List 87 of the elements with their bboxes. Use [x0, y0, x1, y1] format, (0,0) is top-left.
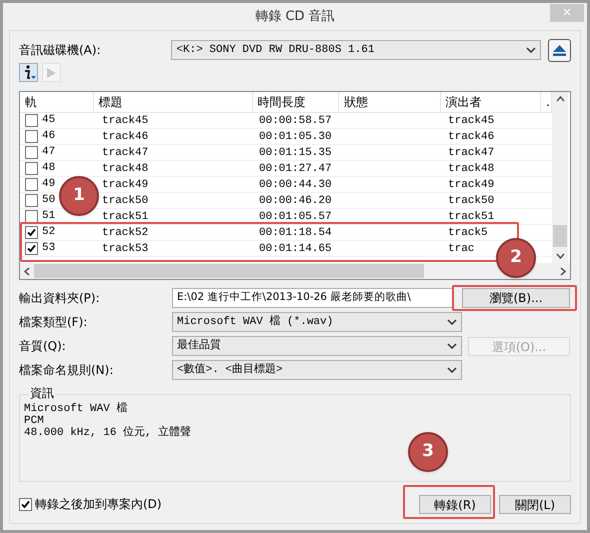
checkbox[interactable]: [25, 178, 38, 191]
checkbox[interactable]: [25, 114, 38, 127]
table-cell-text: track49: [101, 178, 150, 192]
table-cell-text: track47: [101, 146, 150, 160]
scroll-thumb[interactable]: [34, 264, 424, 278]
eject-button[interactable]: [548, 38, 571, 62]
table-cell: track5: [448, 227, 488, 239]
info-text: 48.000 kHz, 16 位元, 立體聲: [24, 427, 192, 439]
table-cell-text: 00:01:05.57: [258, 210, 333, 224]
table-cell-text: 00:01:18.54: [258, 226, 333, 240]
dropdown[interactable]: <K:> SONY DVD RW DRU-880S 1.61: [171, 40, 542, 60]
field-label: 檔案類型(F):: [19, 314, 88, 331]
dropdown[interactable]: <數值>. <曲目標題>: [172, 360, 462, 380]
window-title: 轉錄 CD 音訊: [255, 8, 335, 26]
table-cell: trac: [448, 243, 474, 255]
table-cell-text: track48: [101, 162, 150, 176]
table-cell: track51: [448, 211, 494, 223]
table-cell: track49: [448, 179, 494, 191]
convert-button[interactable]: 轉錄(R): [419, 494, 491, 514]
table-cell: track50: [448, 195, 494, 207]
table-cell-text: 49: [42, 177, 56, 192]
column-header[interactable]: 標題: [94, 92, 253, 112]
checkbox[interactable]: [25, 130, 38, 143]
dropdown-caret-icon: [447, 367, 457, 373]
table-cell: track46: [448, 131, 494, 143]
table-cell-text: 51: [42, 209, 56, 224]
field-label: 音質(Q):: [19, 338, 67, 355]
checkbox[interactable]: [25, 194, 38, 207]
browse-button[interactable]: 瀏覽(B)...: [462, 288, 570, 308]
checkbox[interactable]: [19, 498, 32, 510]
scroll-right-icon: [560, 266, 566, 276]
checkbox-label[interactable]: 轉錄之後加到專案內(D): [35, 495, 162, 513]
table-cell: track45: [448, 115, 494, 127]
table-cell-text: track50: [101, 194, 150, 208]
scroll-left-icon: [24, 266, 30, 276]
field-label: 音訊磁碟機(A):: [19, 42, 102, 59]
group-title: 資訊: [28, 387, 56, 399]
field-label: 輸出資料夾(P):: [19, 290, 101, 307]
table-cell-text: 46: [42, 129, 56, 144]
checkbox[interactable]: [25, 210, 38, 223]
info-text: PCM: [24, 415, 44, 427]
column-header[interactable]: 狀態: [339, 92, 441, 112]
scroll-up-icon: [556, 96, 564, 102]
table-cell-text: 45: [42, 113, 56, 128]
checkmark-icon: [21, 500, 30, 508]
folder-field[interactable]: E:\02 進行中工作\2013-10-26 嚴老師要的歌曲\: [172, 288, 454, 308]
table-cell-text: 53: [42, 241, 56, 256]
table-cell-text: 52: [42, 225, 56, 240]
play-icon: [47, 68, 56, 78]
table-cell-text: track52: [101, 226, 150, 240]
checkbox[interactable]: [25, 146, 38, 159]
checkbox[interactable]: [25, 162, 38, 175]
scroll-down-icon: [556, 253, 564, 259]
table-cell-text: 48: [42, 161, 56, 176]
checkbox[interactable]: [25, 226, 38, 239]
column-header[interactable]: 軌: [20, 92, 94, 112]
checkbox[interactable]: [25, 242, 38, 255]
table-cell-text: 00:00:44.30: [258, 178, 333, 192]
info-text: Microsoft WAV 檔: [24, 403, 128, 415]
close-dialog-button[interactable]: 關閉(L): [499, 494, 571, 514]
table-cell-text: track45: [101, 114, 150, 128]
table-cell-text: 00:01:27.47: [258, 162, 333, 176]
table-cell-text: track53: [101, 242, 150, 256]
dropdown[interactable]: Microsoft WAV 檔 (*.wav): [172, 312, 462, 332]
table-cell-text: 00:01:05.30: [258, 130, 333, 144]
column-header[interactable]: 時間長度: [252, 92, 340, 112]
dropdown-caret-icon: [447, 343, 457, 349]
table-cell-text: track46: [101, 130, 150, 144]
table-cell-text: 00:00:46.20: [258, 194, 333, 208]
dropdown-caret-icon: [526, 47, 536, 53]
table-cell-text: 47: [42, 145, 56, 160]
table-cell-text: track51: [101, 210, 150, 224]
eject-icon: [553, 44, 566, 56]
table-cell-text: 00:01:15.35: [258, 146, 333, 160]
dropdown[interactable]: 最佳品質: [172, 336, 462, 356]
column-header[interactable]: 演出者: [440, 92, 541, 112]
scroll-thumb[interactable]: [553, 225, 567, 247]
horizontal-scrollbar[interactable]: [20, 263, 570, 279]
table-cell-text: 50: [42, 193, 56, 208]
field-label: 檔案命名規則(N):: [19, 362, 114, 379]
info-button[interactable]: [19, 63, 38, 82]
table-cell-text: 00:01:14.65: [258, 242, 333, 256]
table-cell-text: 00:00:58.57: [258, 114, 333, 128]
table-cell: track48: [448, 163, 494, 175]
dropdown-caret-icon: [447, 319, 457, 325]
table-cell: track47: [448, 147, 494, 159]
vertical-scrollbar[interactable]: [552, 92, 568, 263]
